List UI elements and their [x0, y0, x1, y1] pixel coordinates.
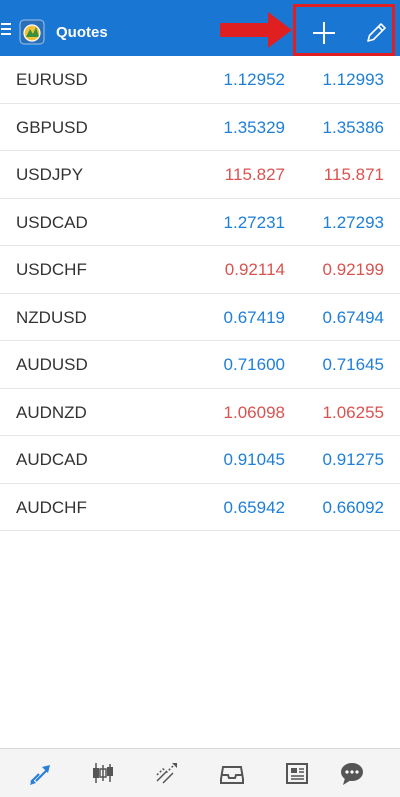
- quote-row[interactable]: USDCHF 0.92114 0.92199: [0, 246, 400, 294]
- quote-symbol: AUDUSD: [16, 355, 88, 374]
- quote-ask: 0.67494: [322, 307, 384, 327]
- quote-bid: 1.12952: [223, 70, 285, 89]
- edit-symbols-button[interactable]: [360, 17, 392, 49]
- quote-row[interactable]: AUDCHF 0.65942 0.66092: [0, 484, 400, 531]
- quote-symbol: USDJPY: [16, 165, 84, 184]
- quote-row[interactable]: AUDNZD 1.06098 1.06255: [0, 389, 400, 436]
- quote-row[interactable]: EURUSD 1.12952 1.12993: [0, 56, 400, 104]
- nav-news-button[interactable]: [283, 759, 311, 787]
- quote-bid: 115.827: [224, 165, 285, 184]
- nav-mailbox-button[interactable]: [218, 759, 246, 787]
- quote-symbol: EURUSD: [16, 70, 88, 89]
- quote-row[interactable]: NZDUSD 0.67419 0.67494: [0, 294, 400, 341]
- quote-ask: 1.06255: [322, 402, 384, 422]
- quote-bid: 1.06098: [223, 402, 285, 422]
- chart-icon: [93, 763, 113, 783]
- bottom-navigation: [0, 748, 400, 797]
- quote-bid: 1.35329: [223, 117, 285, 137]
- metatrader-logo-icon: [18, 18, 46, 46]
- quote-bid: 0.92114: [224, 260, 285, 279]
- nav-chat-button[interactable]: [338, 759, 366, 787]
- pencil-icon: [367, 23, 386, 42]
- quote-row[interactable]: USDJPY 115.827 115.871: [0, 151, 400, 199]
- quote-ask: 0.66092: [322, 497, 384, 517]
- mailbox-icon: [220, 766, 244, 784]
- quotes-icon: [30, 765, 50, 785]
- quotes-list: EURUSD 1.12952 1.12993 GBPUSD 1.35329 1.35386…: [0, 56, 400, 531]
- quote-ask: 115.871: [323, 165, 384, 184]
- quote-ask: 1.35386: [322, 117, 384, 137]
- quote-ask: 0.71645: [322, 355, 384, 374]
- app-bar: Quotes: [0, 0, 400, 56]
- quote-symbol: AUDNZD: [16, 402, 87, 422]
- quote-symbol: NZDUSD: [16, 307, 87, 327]
- quote-row[interactable]: GBPUSD 1.35329 1.35386: [0, 104, 400, 151]
- quote-ask: 1.12993: [322, 70, 384, 89]
- quote-symbol: GBPUSD: [16, 117, 88, 137]
- chat-icon: [341, 763, 363, 785]
- quote-symbol: AUDCAD: [16, 450, 88, 469]
- quote-bid: 0.67419: [223, 307, 285, 327]
- quote-bid: 1.27231: [223, 212, 285, 232]
- quote-bid: 0.71600: [223, 355, 285, 374]
- quote-bid: 0.91045: [223, 450, 285, 469]
- quote-ask: 0.91275: [322, 450, 384, 469]
- quote-row[interactable]: USDCAD 1.27231 1.27293: [0, 199, 400, 246]
- nav-trade-button[interactable]: [153, 759, 181, 787]
- plus-icon: [313, 22, 335, 44]
- trade-icon: [156, 763, 177, 784]
- quote-row[interactable]: AUDCAD 0.91045 0.91275: [0, 436, 400, 484]
- quote-symbol: USDCHF: [16, 260, 87, 279]
- quote-ask: 0.92199: [322, 260, 384, 279]
- quote-bid: 0.65942: [223, 497, 285, 517]
- nav-chart-button[interactable]: [89, 759, 117, 787]
- red-arrow-annotation: [220, 12, 292, 48]
- quote-symbol: AUDCHF: [16, 497, 87, 517]
- quote-symbol: USDCAD: [16, 212, 88, 232]
- add-symbol-button[interactable]: [308, 17, 340, 49]
- page-title: Quotes: [56, 24, 108, 41]
- menu-icon[interactable]: [1, 23, 11, 35]
- nav-quotes-button[interactable]: [26, 759, 54, 787]
- quote-row[interactable]: AUDUSD 0.71600 0.71645: [0, 341, 400, 389]
- quote-ask: 1.27293: [322, 212, 384, 232]
- news-icon: [286, 763, 308, 784]
